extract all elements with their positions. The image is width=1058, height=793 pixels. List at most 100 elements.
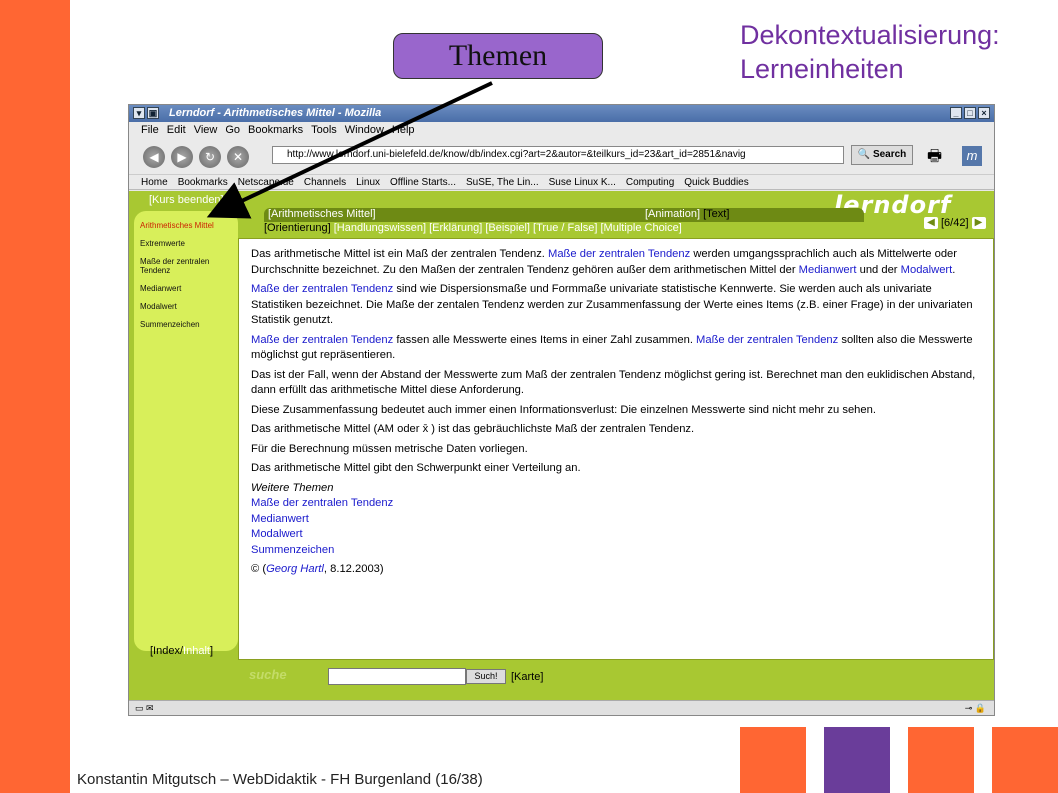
- bookmark-suse[interactable]: SuSE, The Lin...: [466, 175, 539, 189]
- sidebar-item-modalwert[interactable]: Modalwert: [140, 302, 232, 311]
- menu-bookmarks[interactable]: Bookmarks: [248, 122, 303, 139]
- search-button[interactable]: 🔍 Search: [851, 145, 913, 165]
- such-button[interactable]: Such!: [466, 669, 506, 684]
- menu-go[interactable]: Go: [225, 122, 240, 139]
- bookmark-offline[interactable]: Offline Starts...: [390, 175, 456, 189]
- slide-title-line2: Lerneinheiten: [740, 54, 904, 84]
- url-input[interactable]: http://www.lerndorf.uni-bielefeld.de/kno…: [272, 146, 844, 164]
- weitere-link-medianwert[interactable]: Medianwert: [251, 512, 981, 528]
- themen-label-box: Themen: [393, 33, 603, 79]
- print-icon[interactable]: 🖶: [927, 145, 942, 172]
- p3-link-masse-2[interactable]: Maße der zentralen Tendenz: [696, 334, 838, 346]
- deco-square-2: [824, 727, 890, 793]
- back-icon[interactable]: ◀: [143, 145, 165, 168]
- topic-sidebar: Arithmetisches Mittel Extremwerte Maße d…: [134, 211, 238, 651]
- sidebar-item-arithmetisches-mittel[interactable]: Arithmetisches Mittel: [140, 221, 232, 230]
- paragraph-4: Das ist der Fall, wenn der Abstand der M…: [251, 368, 976, 397]
- kurs-beenden-link[interactable]: [Kurs beenden]: [149, 194, 224, 206]
- paragraph-3: Maße der zentralen Tendenz fassen alle M…: [251, 333, 981, 364]
- slide-title-line1: Dekontextualisierung:: [740, 20, 1000, 50]
- search-button-label: Search: [872, 149, 907, 160]
- p1-link-modalwert[interactable]: Modalwert: [901, 264, 953, 276]
- tab-others[interactable]: [Handlungswissen] [Erklärung] [Beispiel]…: [334, 222, 682, 234]
- bookmark-bookmarks[interactable]: Bookmarks: [178, 175, 228, 189]
- navigation-toolbar: ◀ ▶ ↻ ✕ http://www.lerndorf.uni-bielefel…: [129, 139, 994, 175]
- copyright-text-a: © (: [251, 563, 267, 575]
- pager: ◀ [6/42] ▶: [924, 217, 986, 229]
- left-orange-bar: [0, 0, 70, 793]
- sidebar-item-masse-zentraler-tendenz[interactable]: Maße der zentralen Tendenz: [140, 257, 232, 275]
- sidebar-item-medianwert[interactable]: Medianwert: [140, 284, 232, 293]
- close-icon[interactable]: ×: [978, 107, 990, 119]
- p1-link-medianwert[interactable]: Medianwert: [799, 264, 857, 276]
- weitere-link-modalwert[interactable]: Modalwert: [251, 527, 981, 543]
- menu-window[interactable]: Window: [345, 122, 384, 139]
- weitere-link-masse[interactable]: Maße der zentralen Tendenz: [251, 496, 981, 512]
- breadcrumb[interactable]: [Arithmetisches Mittel]: [268, 208, 376, 220]
- menu-help[interactable]: Help: [392, 122, 415, 139]
- reload-icon[interactable]: ↻: [199, 145, 221, 168]
- site-search-input[interactable]: [328, 668, 466, 685]
- prev-page-icon[interactable]: ◀: [924, 217, 938, 229]
- bookmark-suse-linux[interactable]: Suse Linux K...: [549, 175, 616, 189]
- window-titlebar: ▾ ▣ Lerndorf - Arithmetisches Mittel - Mo…: [129, 105, 994, 122]
- paragraph-5: Diese Zusammenfassung bedeutet auch imme…: [251, 403, 876, 416]
- suche-label: suche: [249, 667, 287, 682]
- content-tabs: [Orientierung] [Handlungswissen] [Erklär…: [264, 222, 682, 234]
- page-counter: [6/42]: [941, 217, 969, 229]
- p2-link-masse[interactable]: Maße der zentralen Tendenz: [251, 283, 393, 295]
- window-menu-icon[interactable]: ▾: [133, 107, 145, 119]
- forward-icon[interactable]: ▶: [171, 145, 193, 168]
- p1-text-d: .: [952, 263, 956, 276]
- sidebar-item-summenzeichen[interactable]: Summenzeichen: [140, 320, 232, 329]
- bookmark-channels[interactable]: Channels: [304, 175, 346, 189]
- copyright-text-b: , 8.12.2003): [323, 563, 384, 575]
- bookmarks-bar: Home Bookmarks Netscape.de Channels Linu…: [129, 175, 994, 190]
- p1-link-masse[interactable]: Maße der zentralen Tendenz: [548, 248, 690, 260]
- minimize-icon[interactable]: _: [950, 107, 962, 119]
- author-link[interactable]: Georg Hartl: [266, 563, 324, 575]
- next-page-icon[interactable]: ▶: [971, 217, 986, 229]
- paragraph-2: Maße der zentralen Tendenz sind wie Disp…: [251, 282, 981, 329]
- weitere-link-summenzeichen[interactable]: Summenzeichen: [251, 543, 981, 559]
- bookmark-quick-buddies[interactable]: Quick Buddies: [684, 175, 748, 189]
- paragraph-7: Für die Berechnung müssen metrische Date…: [251, 442, 528, 455]
- deco-square-3: [908, 727, 974, 793]
- status-icons: ▭ ✉: [135, 703, 154, 713]
- browser-window: ▾ ▣ Lerndorf - Arithmetisches Mittel - Mo…: [128, 104, 995, 716]
- slide-footer: Konstantin Mitgutsch – WebDidaktik - FH …: [77, 771, 483, 788]
- tab-orientierung[interactable]: [Orientierung]: [264, 222, 331, 234]
- index-link[interactable]: [Index/: [150, 645, 183, 657]
- inhalt-link[interactable]: Inhalt: [183, 645, 210, 657]
- menu-bar: File Edit View Go Bookmarks Tools Window…: [129, 122, 994, 139]
- menu-edit[interactable]: Edit: [167, 122, 186, 139]
- p3-link-masse[interactable]: Maße der zentralen Tendenz: [251, 334, 393, 346]
- slide-title: Dekontextualisierung: Lerneinheiten: [740, 18, 1058, 86]
- karte-link[interactable]: [Karte]: [511, 671, 543, 683]
- tab-animation[interactable]: [Animation]: [645, 208, 700, 220]
- status-security-icon: ⊸ 🔒: [964, 703, 986, 713]
- bookmark-linux[interactable]: Linux: [356, 175, 380, 189]
- menu-view[interactable]: View: [194, 122, 218, 139]
- p3-text-a: fassen alle Messwerte eines Items in ein…: [393, 333, 697, 346]
- menu-file[interactable]: File: [141, 122, 159, 139]
- media-tabs: [Animation] [Text]: [645, 208, 729, 220]
- p1-text-a: Das arithmetische Mittel ist ein Maß der…: [251, 248, 549, 260]
- weitere-themen-heading: Weitere Themen: [251, 481, 334, 494]
- mozilla-small-icon: ▣: [147, 107, 159, 119]
- bookmark-netscape[interactable]: Netscape.de: [238, 175, 294, 189]
- paragraph-6: Das arithmetische Mittel (AM oder x̄ ) i…: [251, 422, 981, 438]
- sidebar-item-extremwerte[interactable]: Extremwerte: [140, 239, 232, 248]
- index-close-bracket: ]: [209, 645, 214, 657]
- maximize-icon[interactable]: □: [964, 107, 976, 119]
- bookmark-home[interactable]: Home: [141, 175, 168, 189]
- paragraph-1: Das arithmetische Mittel ist ein Maß der…: [251, 247, 981, 278]
- p6-text-a: Das arithmetische Mittel (AM oder: [251, 423, 423, 435]
- bookmark-computing[interactable]: Computing: [626, 175, 674, 189]
- p1-text-c: und der: [856, 263, 901, 276]
- tab-text[interactable]: [Text]: [703, 208, 729, 220]
- deco-square-4: [992, 727, 1058, 793]
- stop-icon[interactable]: ✕: [227, 145, 249, 168]
- window-title: Lerndorf - Arithmetisches Mittel - Mozil…: [169, 107, 382, 119]
- menu-tools[interactable]: Tools: [311, 122, 337, 139]
